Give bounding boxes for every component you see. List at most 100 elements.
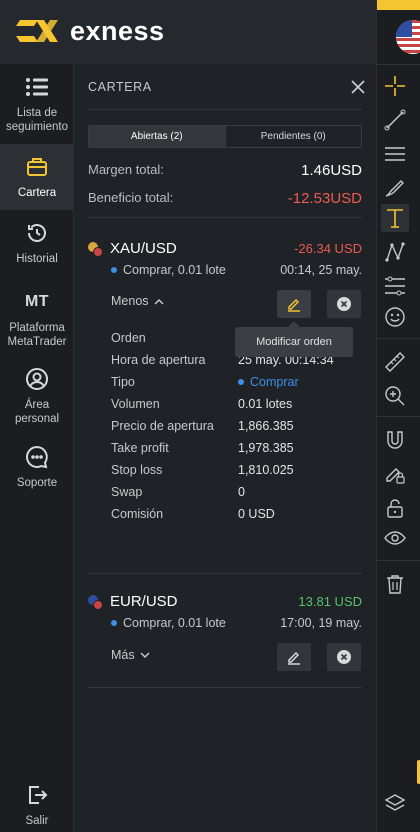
layers-tool[interactable]: [381, 790, 409, 818]
close-position-button[interactable]: [327, 290, 361, 318]
pencil-icon: [288, 651, 300, 665]
toolbar-separator: [377, 416, 420, 417]
nav-watchlist[interactable]: Lista de seguimiento: [0, 74, 74, 138]
open-price-value: 1,866.385: [238, 419, 294, 433]
toolbar-separator: [377, 64, 420, 65]
stop-loss-value: 1,810.025: [238, 463, 294, 477]
nav-portfolio-label: Cartera: [17, 187, 57, 199]
pattern-icon: [385, 242, 405, 262]
nav-exit[interactable]: Salir: [0, 782, 74, 832]
crosshair-tool[interactable]: [381, 72, 409, 100]
magnet-tool[interactable]: [381, 426, 409, 454]
nav-watchlist-label: Lista de seguimiento: [5, 107, 68, 133]
order-label: Orden: [111, 331, 146, 345]
open-time-label: Hora de apertura: [111, 353, 206, 367]
tab-pending[interactable]: Pendientes (0): [224, 126, 362, 147]
header-bar: exness: [0, 0, 376, 64]
zoom-in-icon: [385, 386, 405, 406]
close-button[interactable]: [349, 78, 367, 96]
profit-label: Beneficio total:: [88, 190, 174, 205]
nav-portfolio[interactable]: Cartera: [0, 144, 74, 210]
close-position-button[interactable]: [327, 643, 361, 671]
horizontal-lines-icon: [385, 147, 405, 161]
crosshair-icon: [385, 76, 405, 96]
brush-tool[interactable]: [381, 174, 409, 202]
modify-order-button[interactable]: [277, 643, 311, 671]
position-symbol[interactable]: EUR/USD: [110, 593, 178, 610]
collapse-toggle[interactable]: Menos: [111, 294, 164, 308]
magnet-icon: [387, 431, 403, 449]
portfolio-panel: CARTERA Abiertas (2) Pendientes (0) Marg…: [74, 64, 376, 832]
fibonacci-tool[interactable]: [381, 272, 409, 300]
eur-usd-flag-icon: [88, 595, 103, 610]
lock-drawing-tool[interactable]: [381, 460, 409, 488]
accent-strip: [377, 0, 420, 10]
ruler-tool[interactable]: [381, 348, 409, 376]
drawing-toolbar: [376, 0, 420, 832]
expand-toggle[interactable]: Más: [111, 648, 150, 662]
user-icon: [24, 366, 50, 392]
delete-tool[interactable]: [381, 570, 409, 598]
close-icon: [351, 80, 365, 94]
type-value: Comprar: [250, 375, 299, 389]
divider: [88, 217, 362, 218]
divider: [88, 109, 362, 110]
list-icon: [24, 74, 50, 100]
position-pl: -26.34 USD: [294, 241, 362, 256]
trash-icon: [387, 575, 403, 594]
zoom-in-tool[interactable]: [381, 382, 409, 410]
nav-history[interactable]: Historial: [0, 220, 74, 270]
trend-line-icon: [384, 109, 406, 131]
nav-personal-area[interactable]: Área personal: [0, 366, 74, 426]
buy-dot-icon: [111, 267, 117, 273]
lock-all-tool[interactable]: [381, 494, 409, 522]
chat-icon: [24, 444, 50, 470]
chevron-down-icon: [140, 651, 150, 658]
exness-logo[interactable]: exness: [14, 14, 165, 48]
buy-dot-icon: [111, 620, 117, 626]
trend-line-tool[interactable]: [381, 106, 409, 134]
position-direction: Comprar, 0.01 lote: [123, 616, 226, 630]
nav-exit-label: Salir: [25, 815, 49, 827]
exness-logo-icon: [16, 20, 58, 42]
position-symbol[interactable]: XAU/USD: [110, 240, 177, 257]
swap-label: Swap: [111, 485, 143, 499]
pattern-tool[interactable]: [381, 238, 409, 266]
modify-order-button[interactable]: [277, 290, 311, 318]
text-icon: [387, 209, 403, 228]
take-profit-label: Take profit: [111, 441, 169, 455]
panel-title: CARTERA: [88, 80, 152, 94]
unlock-icon: [387, 499, 403, 518]
eye-icon: [384, 531, 406, 545]
logout-icon: [24, 782, 50, 808]
modify-order-tooltip: Modificar orden: [235, 321, 353, 357]
position-pl: 13.81 USD: [298, 594, 362, 609]
nav-metatrader[interactable]: MT Plataforma MetaTrader: [0, 289, 74, 349]
chevron-up-icon: [154, 298, 164, 305]
stop-loss-label: Stop loss: [111, 463, 163, 477]
type-label: Tipo: [111, 375, 135, 389]
metatrader-icon: MT: [24, 293, 50, 310]
take-profit-value: 1,978.385: [238, 441, 294, 455]
emoji-tool[interactable]: [381, 303, 409, 331]
divider: [88, 573, 362, 574]
ruler-icon: [385, 352, 405, 372]
commission-label: Comisión: [111, 507, 164, 521]
nav-support[interactable]: Soporte: [0, 444, 74, 494]
text-tool[interactable]: [381, 204, 409, 232]
position-time: 00:14, 25 may.: [280, 263, 362, 277]
position-direction: Comprar, 0.01 lote: [123, 263, 226, 277]
nav-metatrader-label: Plataforma MetaTrader: [7, 322, 67, 348]
us-flag-avatar-icon[interactable]: [396, 20, 420, 54]
tab-open[interactable]: Abiertas (2): [89, 126, 225, 147]
horizontal-lines-tool[interactable]: [381, 140, 409, 168]
visibility-tool[interactable]: [381, 524, 409, 552]
volume-value: 0.01 lotes: [238, 397, 293, 411]
left-navigation: Lista de seguimiento Cartera Historial M…: [0, 64, 74, 832]
nav-personal-area-label: Área personal: [14, 399, 60, 425]
fibonacci-icon: [385, 276, 405, 296]
close-circle-icon: [337, 650, 351, 664]
pencil-lock-icon: [386, 468, 405, 484]
margin-label: Margen total:: [88, 162, 164, 177]
nav-history-label: Historial: [16, 253, 58, 265]
